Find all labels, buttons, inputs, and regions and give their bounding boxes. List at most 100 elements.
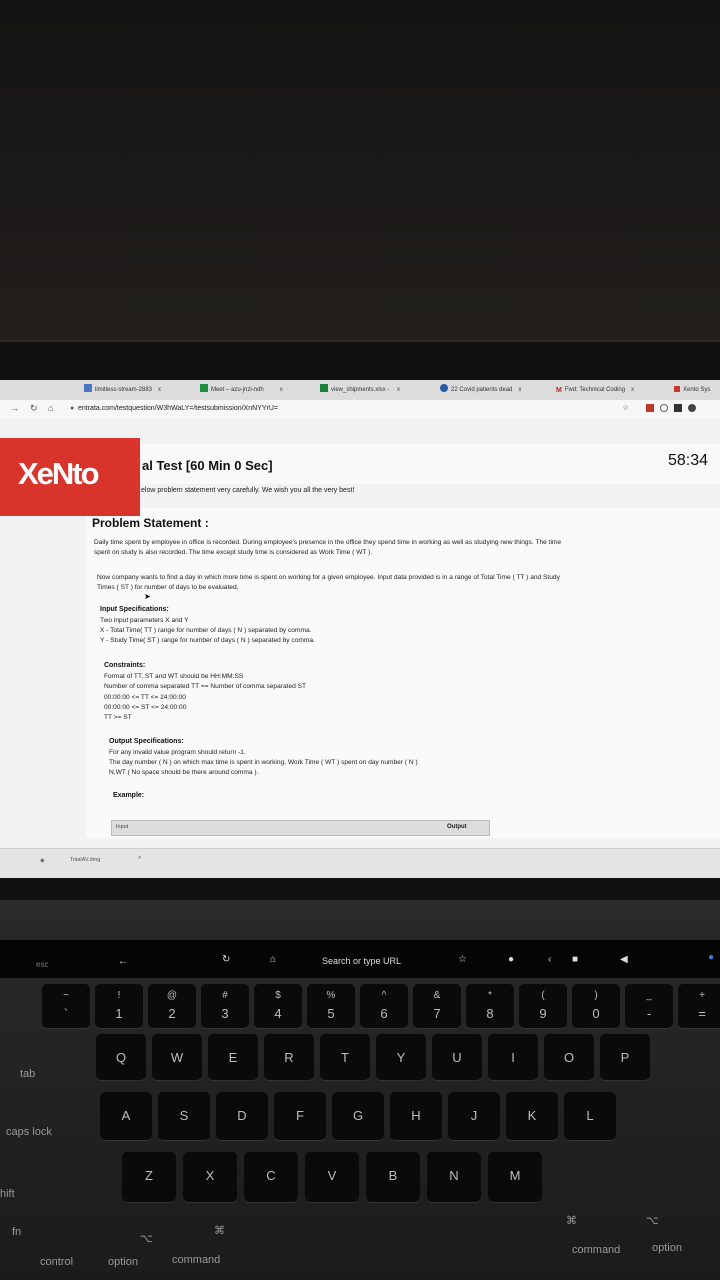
extension-icon[interactable] <box>646 404 654 412</box>
key-row_a-3[interactable]: F <box>274 1092 326 1140</box>
key-row_q-1[interactable]: W <box>152 1034 202 1080</box>
tab-label: Meet – azu-jnzi-ndh <box>211 387 264 393</box>
close-icon[interactable]: x <box>397 387 400 393</box>
chevron-left-icon[interactable]: ‹ <box>548 954 551 965</box>
siri-icon[interactable]: ● <box>708 952 714 963</box>
key-row_q-9[interactable]: P <box>600 1034 650 1080</box>
key-num-0[interactable]: ~ ` <box>42 984 90 1028</box>
download-item[interactable]: TotalAV.dmg <box>70 857 100 863</box>
key-row_z-4[interactable]: B <box>366 1152 420 1202</box>
key-row_a-2[interactable]: D <box>216 1092 268 1140</box>
reload-icon[interactable]: ↻ <box>30 403 38 414</box>
key-row_q-0[interactable]: Q <box>96 1034 146 1080</box>
key-num-9[interactable]: (9 <box>519 984 567 1028</box>
example-table: Input Output <box>111 820 490 836</box>
key-row_z-0[interactable]: Z <box>122 1152 176 1202</box>
command-key-right[interactable]: command <box>572 1244 620 1256</box>
esc-key[interactable]: esc <box>36 960 48 969</box>
key-num-12[interactable]: + = <box>678 984 720 1028</box>
key-row_q-3[interactable]: R <box>264 1034 314 1080</box>
key-num-11[interactable]: _ - <box>625 984 673 1028</box>
browser-tab-strip: limitless-stream-2883 x Meet – azu-jnzi-n… <box>0 380 720 400</box>
chevron-up-icon[interactable]: ^ <box>138 856 141 863</box>
reload-icon[interactable]: ↻ <box>222 954 230 965</box>
close-icon[interactable]: x <box>631 387 634 393</box>
key-row_q-4[interactable]: T <box>320 1034 370 1080</box>
problem-panel: Problem Statement : Daily time spent by … <box>86 508 720 838</box>
home-icon[interactable]: ⌂ <box>48 403 53 413</box>
key-row_a-7[interactable]: K <box>506 1092 558 1140</box>
close-icon[interactable]: x <box>518 387 521 393</box>
key-num-10[interactable]: ) 0 <box>572 984 620 1028</box>
key-num-4[interactable]: $4 <box>254 984 302 1028</box>
star-icon[interactable]: ☆ <box>622 403 629 412</box>
touchbar-search[interactable]: Search or type URL <box>322 956 401 966</box>
key-row_q-8[interactable]: O <box>544 1034 594 1080</box>
tab-gmail-fwd[interactable]: M Fwd: Technical Coding x <box>556 384 634 396</box>
key-label: 6 <box>380 1006 388 1021</box>
key-label: - <box>646 1006 652 1021</box>
file-icon: ◆ <box>40 858 45 864</box>
constraint-line: TT >= ST <box>104 714 132 721</box>
key-num-7[interactable]: & 7 <box>413 984 461 1028</box>
key-num-3[interactable]: #3 <box>201 984 249 1028</box>
key-label: X <box>205 1168 215 1183</box>
key-label: H <box>411 1108 421 1123</box>
key-num-1[interactable]: ! 1 <box>95 984 143 1028</box>
key-label: T <box>341 1050 349 1065</box>
key-row_q-2[interactable]: E <box>208 1034 258 1080</box>
back-arrow-icon[interactable]: ← <box>118 956 128 967</box>
key-row_a-6[interactable]: J <box>448 1092 500 1140</box>
extension-icon[interactable] <box>674 404 682 412</box>
key-row_a-8[interactable]: L <box>564 1092 616 1140</box>
key-row_z-6[interactable]: M <box>488 1152 542 1202</box>
key-num-8[interactable]: * 8 <box>466 984 514 1028</box>
home-icon[interactable]: ⌂ <box>270 954 276 965</box>
fn-key[interactable]: fn <box>12 1226 21 1238</box>
key-row_a-0[interactable]: A <box>100 1092 152 1140</box>
key-row_z-2[interactable]: C <box>244 1152 298 1202</box>
extension-icon[interactable] <box>688 404 696 412</box>
close-icon[interactable]: x <box>280 387 283 393</box>
tab-view-shipments[interactable]: view_shipments.xlsx - x <box>320 384 400 396</box>
tab-limitless-stream[interactable]: limitless-stream-2883 x <box>84 384 161 396</box>
key-row_z-5[interactable]: N <box>427 1152 481 1202</box>
tab-covid-news[interactable]: 22 Covid patients dead x <box>440 384 521 396</box>
key-row_a-4[interactable]: G <box>332 1092 384 1140</box>
key-row_a-1[interactable]: S <box>158 1092 210 1140</box>
key-label: I <box>511 1050 515 1065</box>
caps-lock-key[interactable]: caps lock <box>6 1126 52 1138</box>
mouse-cursor-icon: ➤ <box>144 592 151 601</box>
key-num-5[interactable]: % 5 <box>307 984 355 1028</box>
site-icon <box>84 384 92 392</box>
tab-key[interactable]: tab <box>20 1068 35 1080</box>
key-row_z-3[interactable]: V <box>305 1152 359 1202</box>
option-key-right[interactable]: option <box>652 1242 682 1254</box>
key-num-2[interactable]: @2 <box>148 984 196 1028</box>
key-num-6[interactable]: ^ 6 <box>360 984 408 1028</box>
camera-icon[interactable]: ■ <box>572 954 578 965</box>
close-icon[interactable]: x <box>158 387 161 393</box>
downloads-bar: ◆ TotalAV.dmg ^ <box>0 848 720 878</box>
key-row_q-5[interactable]: Y <box>376 1034 426 1080</box>
plus-circle-icon[interactable]: ● <box>508 954 514 965</box>
key-shift-label: ( <box>541 990 545 1001</box>
shift-key[interactable]: hift <box>0 1188 15 1200</box>
control-key[interactable]: control <box>40 1256 73 1268</box>
extension-icon[interactable] <box>660 404 668 412</box>
tab-xento[interactable]: Xento Sys <box>674 384 710 396</box>
star-icon[interactable]: ☆ <box>458 954 467 965</box>
option-key-left[interactable]: option <box>108 1256 138 1268</box>
key-row_a-5[interactable]: H <box>390 1092 442 1140</box>
volume-icon[interactable]: ◀ <box>620 954 628 965</box>
key-row_z-1[interactable]: X <box>183 1152 237 1202</box>
input-spec-line: Y - Study Time( ST ) range for number of… <box>100 637 315 644</box>
key-row_q-6[interactable]: U <box>432 1034 482 1080</box>
tab-meet[interactable]: Meet – azu-jnzi-ndh x <box>200 384 283 396</box>
url-field[interactable]: entrata.com/testquestion/W3hWaLY=/testsu… <box>78 405 278 412</box>
forward-icon[interactable]: → <box>10 403 19 413</box>
command-key-left[interactable]: command <box>172 1254 220 1266</box>
option-symbol-icon: ⌥ <box>140 1233 153 1245</box>
tab-label: Fwd: Technical Coding <box>564 387 626 393</box>
key-row_q-7[interactable]: I <box>488 1034 538 1080</box>
